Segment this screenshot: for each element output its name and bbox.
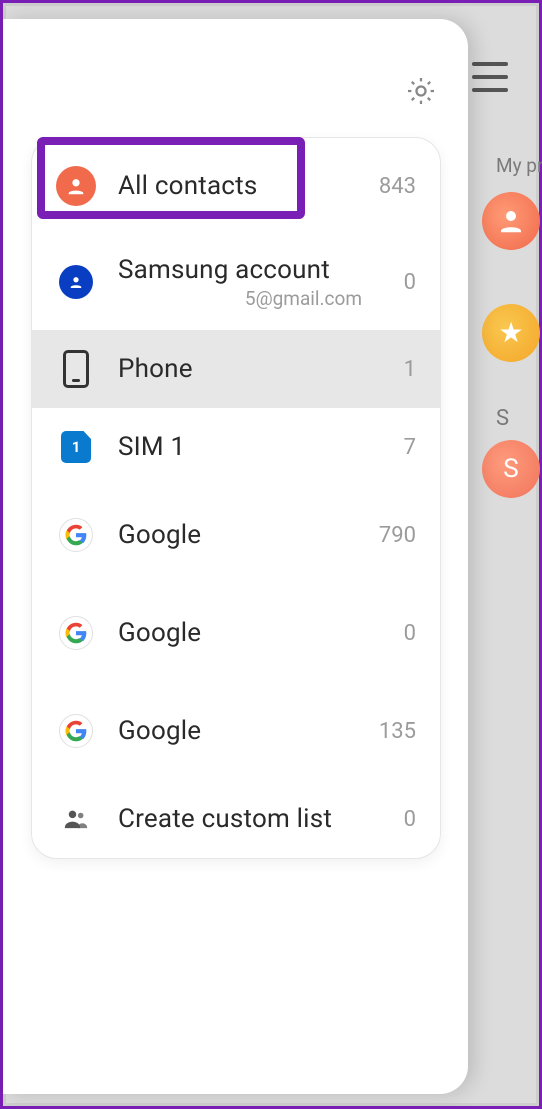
contacts-source-drawer: All contacts 843 Samsung account 5@gmail… bbox=[3, 19, 468, 1094]
menu-sublabel: 5@gmail.com bbox=[118, 287, 366, 310]
menu-label: Google bbox=[118, 520, 366, 550]
menu-item-google-0[interactable]: Google 790 bbox=[32, 486, 440, 584]
menu-item-samsung-account[interactable]: Samsung account 5@gmail.com 0 bbox=[32, 234, 440, 330]
favorites-avatar-icon[interactable]: ★ bbox=[482, 304, 540, 362]
menu-count: 0 bbox=[366, 807, 416, 832]
source-menu-card: All contacts 843 Samsung account 5@gmail… bbox=[31, 137, 441, 859]
menu-label: Phone bbox=[118, 354, 366, 384]
alpha-header-s: S bbox=[496, 406, 509, 431]
menu-label: Google bbox=[118, 716, 366, 746]
profile-avatar-icon[interactable] bbox=[482, 192, 540, 250]
section-header-my-profile: My pr bbox=[496, 154, 542, 177]
hamburger-menu-icon[interactable] bbox=[472, 62, 508, 92]
screenshot-frame: My pr ★ S S All cont bbox=[0, 0, 542, 1109]
menu-item-google-2[interactable]: Google 135 bbox=[32, 682, 440, 780]
google-icon bbox=[56, 711, 96, 751]
menu-label: Google bbox=[118, 618, 366, 648]
phone-icon bbox=[56, 349, 96, 389]
create-list-icon bbox=[56, 799, 96, 839]
menu-count: 790 bbox=[366, 523, 416, 548]
menu-item-google-1[interactable]: Google 0 bbox=[32, 584, 440, 682]
menu-count: 0 bbox=[366, 270, 416, 295]
sim-icon: 1 bbox=[56, 427, 96, 467]
menu-label: Create custom list bbox=[118, 804, 366, 834]
menu-item-all-contacts[interactable]: All contacts 843 bbox=[32, 138, 440, 234]
menu-label: Samsung account bbox=[118, 255, 366, 285]
samsung-account-icon bbox=[56, 262, 96, 302]
google-icon bbox=[56, 515, 96, 555]
all-contacts-icon bbox=[56, 166, 96, 206]
menu-label: SIM 1 bbox=[118, 432, 366, 462]
menu-count: 843 bbox=[366, 174, 416, 199]
google-icon bbox=[56, 613, 96, 653]
settings-icon[interactable] bbox=[404, 74, 438, 108]
menu-item-phone[interactable]: Phone 1 bbox=[32, 330, 440, 408]
menu-count: 135 bbox=[366, 719, 416, 744]
menu-item-create-custom-list[interactable]: Create custom list 0 bbox=[32, 780, 440, 858]
menu-item-sim1[interactable]: 1 SIM 1 7 bbox=[32, 408, 440, 486]
menu-count: 7 bbox=[366, 435, 416, 460]
menu-count: 0 bbox=[366, 621, 416, 646]
menu-label: All contacts bbox=[118, 171, 366, 201]
menu-count: 1 bbox=[366, 357, 416, 382]
contact-avatar-s[interactable]: S bbox=[482, 440, 540, 498]
